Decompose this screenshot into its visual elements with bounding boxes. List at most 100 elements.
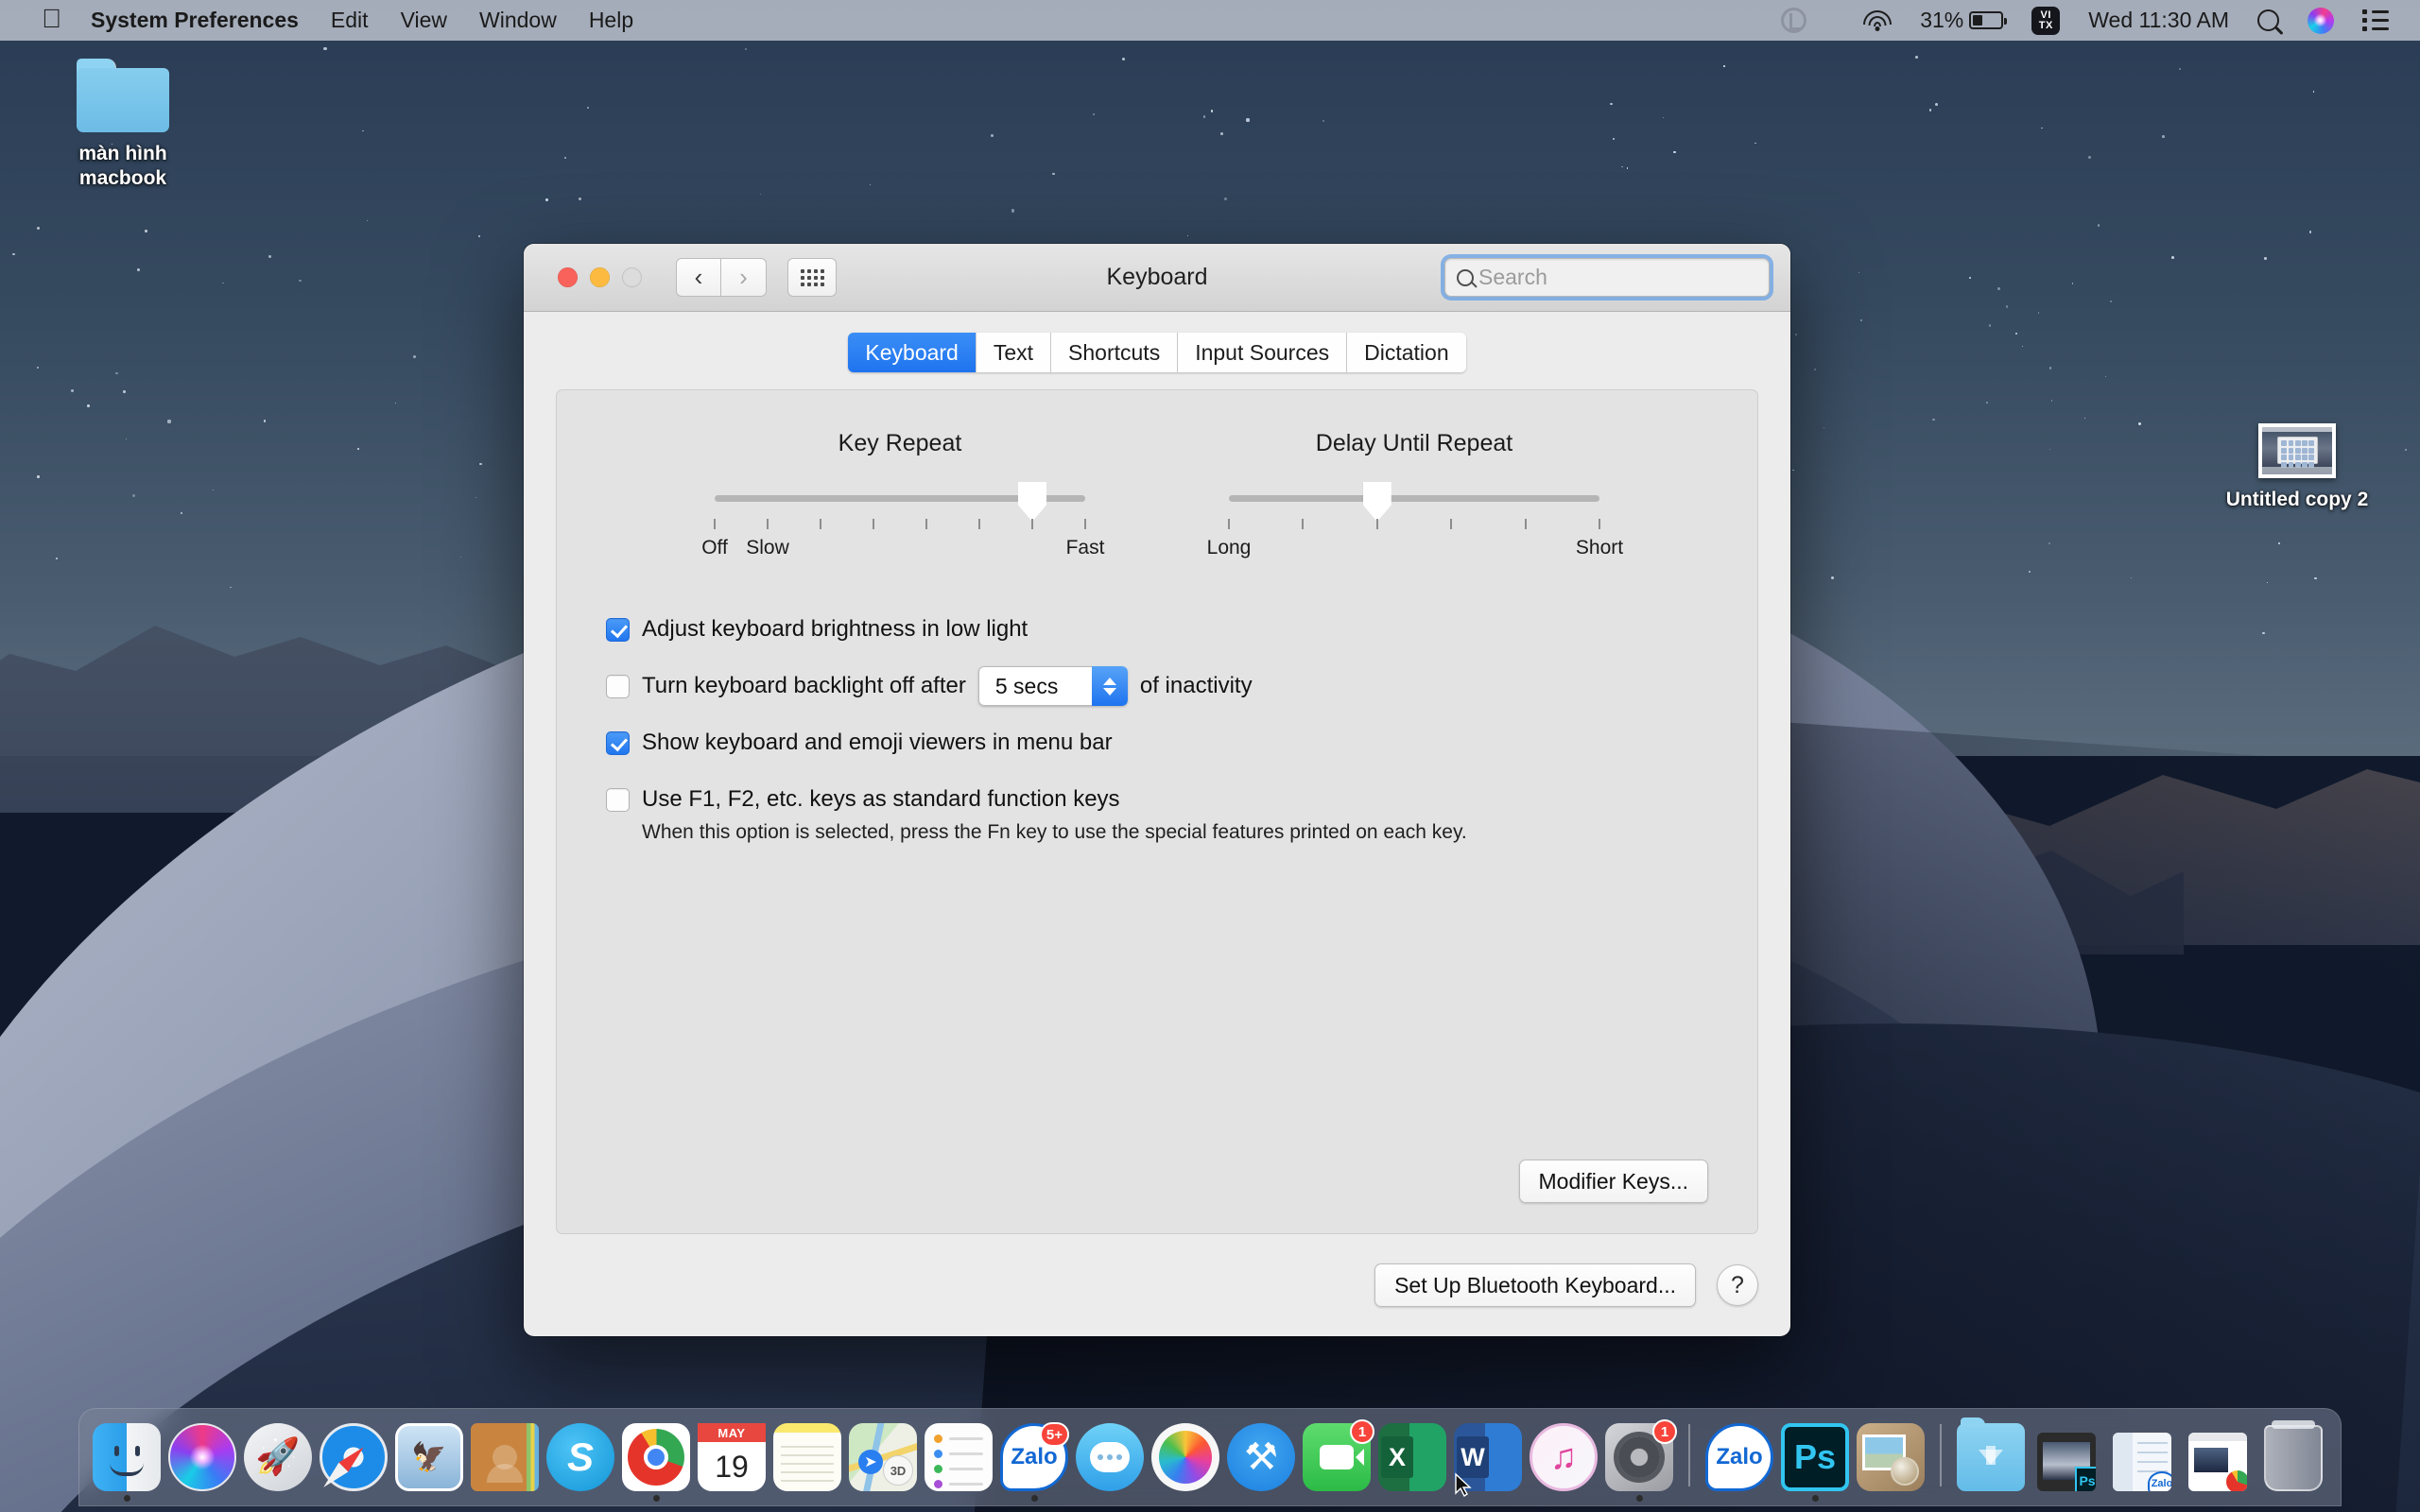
dock-item-finder[interactable] [91, 1423, 163, 1502]
backlight-off-checkbox[interactable] [606, 675, 630, 698]
menu-window[interactable]: Window [463, 0, 573, 41]
show-viewers-checkbox[interactable] [606, 731, 630, 755]
spotlight-search-icon[interactable] [2245, 0, 2291, 41]
function-keys-checkbox[interactable] [606, 788, 630, 812]
show-all-grid-icon[interactable] [787, 258, 837, 297]
back-button[interactable]: ‹ [676, 258, 721, 297]
dock-item-system-preferences[interactable]: 1 [1603, 1423, 1675, 1502]
dock-item-photoshop[interactable]: Ps [1779, 1423, 1851, 1502]
menu-system-preferences[interactable]: System Preferences [75, 0, 315, 41]
option-show-viewers[interactable]: Show keyboard and emoji viewers in menu … [606, 722, 1708, 764]
dock-minimized-zalo[interactable]: Zalo [2106, 1433, 2178, 1502]
checkbox-options: Adjust keyboard brightness in low light … [606, 609, 1708, 846]
close-button[interactable] [558, 267, 578, 287]
dock-item-preview[interactable] [1855, 1423, 1927, 1502]
battery-status[interactable]: 31% [1908, 0, 2015, 41]
apple-menu-icon[interactable]:  [28, 0, 75, 39]
dock-item-excel[interactable]: X [1376, 1423, 1448, 1502]
siri-icon[interactable] [2295, 0, 2346, 41]
input-source-line2: TX [2039, 21, 2053, 31]
dock-item-skype[interactable]: S [544, 1423, 616, 1502]
dock-item-zalo-2[interactable]: Zalo [1703, 1423, 1775, 1502]
tab-input-sources[interactable]: Input Sources [1178, 333, 1347, 372]
slider-tick-label: Short [1576, 537, 1623, 559]
delay-until-repeat-track[interactable] [1229, 495, 1599, 502]
desktop-icon-screenshot[interactable]: Untitled copy 2 [2203, 423, 2392, 514]
delay-until-repeat-thumb[interactable] [1363, 482, 1392, 522]
option-backlight-off[interactable]: Turn keyboard backlight off after 5 secs… [606, 665, 1708, 707]
function-keys-hint: When this option is selected, press the … [642, 818, 1708, 846]
menu-help[interactable]: Help [573, 0, 649, 41]
dock-separator-1 [1688, 1424, 1690, 1486]
dock-minimized-chrome[interactable] [2182, 1433, 2254, 1502]
dock-item-contacts[interactable] [469, 1423, 541, 1502]
calendar-icon: MAY 19 [698, 1423, 766, 1491]
stepper-down-icon[interactable] [1103, 688, 1116, 696]
input-source-icon[interactable]: VI TX [2019, 0, 2072, 41]
slider-tick [1376, 519, 1378, 529]
wifi-icon[interactable] [1851, 0, 1904, 41]
forward-button[interactable]: › [721, 258, 767, 297]
search-input[interactable] [1478, 265, 1758, 290]
dock-item-reminders[interactable] [923, 1423, 994, 1502]
key-repeat-thumb[interactable] [1018, 482, 1046, 522]
search-field[interactable] [1444, 258, 1770, 297]
input-source-line1: VI [2041, 10, 2051, 21]
stepper-up-icon[interactable] [1103, 678, 1116, 685]
set-up-bluetooth-keyboard-button[interactable]: Set Up Bluetooth Keyboard... [1374, 1263, 1696, 1307]
dock-item-calendar[interactable]: MAY 19 [696, 1423, 768, 1502]
menu-bar-clock[interactable]: Wed 11:30 AM [2076, 8, 2241, 33]
search-icon [1457, 269, 1474, 286]
tab-shortcuts[interactable]: Shortcuts [1051, 333, 1178, 372]
dock-item-photos[interactable] [1150, 1423, 1221, 1502]
photos-icon [1151, 1423, 1219, 1491]
dock-item-notes[interactable] [771, 1423, 843, 1502]
mail-icon: 🦅 [395, 1423, 463, 1491]
photoshop-badge-tag: Ps [2075, 1467, 2096, 1491]
minimize-button[interactable] [590, 267, 610, 287]
dock-item-app-store[interactable]: ⚒ [1225, 1423, 1297, 1502]
photoshop-letter: Ps [1794, 1437, 1836, 1477]
menu-edit[interactable]: Edit [315, 0, 385, 41]
messages-icon [1076, 1423, 1144, 1491]
option-function-keys[interactable]: Use F1, F2, etc. keys as standard functi… [606, 779, 1708, 820]
help-button[interactable]: ? [1717, 1264, 1758, 1306]
dock: 🚀 🦅 S MAY 19 ➤ 3D Zalo 5+ ⚒ 1 X W ♫ 1 Za… [78, 1408, 2342, 1506]
dock-minimized-photoshop[interactable]: Ps [2031, 1433, 2102, 1502]
key-repeat-label: Key Repeat [715, 430, 1085, 457]
bluetooth-icon[interactable]: ᚝ [1823, 0, 1847, 41]
menu-bar-status-items: ᚝ 31% VI TX Wed 11:30 AM [1769, 0, 2401, 41]
modifier-keys-button[interactable]: Modifier Keys... [1519, 1160, 1709, 1203]
zoom-button [622, 267, 642, 287]
app-store-icon: ⚒ [1227, 1423, 1295, 1491]
dock-item-itunes[interactable]: ♫ [1528, 1423, 1599, 1502]
tab-dictation[interactable]: Dictation [1347, 333, 1465, 372]
dock-item-facetime[interactable]: 1 [1301, 1423, 1373, 1502]
dock-item-chrome[interactable] [620, 1423, 692, 1502]
option-adjust-brightness[interactable]: Adjust keyboard brightness in low light [606, 609, 1708, 650]
menu-view[interactable]: View [385, 0, 463, 41]
battery-icon [1969, 11, 2003, 29]
desktop-icon-folder[interactable]: màn hình macbook [28, 59, 217, 194]
show-viewers-label: Show keyboard and emoji viewers in menu … [642, 730, 1113, 756]
backlight-delay-stepper[interactable]: 5 secs [978, 666, 1128, 706]
facetime-icon: 1 [1303, 1423, 1371, 1491]
dock-item-messages[interactable] [1074, 1423, 1146, 1502]
tab-text[interactable]: Text [977, 333, 1051, 372]
dock-item-launchpad[interactable]: 🚀 [242, 1423, 314, 1502]
backlight-delay-value[interactable]: 5 secs [978, 666, 1092, 706]
dock-item-maps[interactable]: ➤ 3D [847, 1423, 919, 1502]
dock-item-zalo[interactable]: Zalo 5+ [998, 1423, 1070, 1502]
dock-item-safari[interactable] [318, 1423, 389, 1502]
dock-item-downloads[interactable] [1955, 1423, 2027, 1502]
adjust-brightness-checkbox[interactable] [606, 618, 630, 642]
tab-keyboard[interactable]: Keyboard [848, 333, 976, 372]
dock-item-mail[interactable]: 🦅 [393, 1423, 465, 1502]
delay-until-repeat-tick-labels: Long Short [1229, 537, 1599, 563]
stepper-arrows[interactable] [1092, 666, 1128, 706]
control-center-icon[interactable] [2350, 0, 2401, 41]
dock-item-trash[interactable] [2257, 1425, 2329, 1502]
creative-cloud-icon[interactable] [1769, 0, 1819, 41]
dock-item-siri[interactable] [166, 1423, 238, 1502]
sliders-group: Key Repeat Off Slow Fast Delay Until Repea… [606, 430, 1708, 563]
